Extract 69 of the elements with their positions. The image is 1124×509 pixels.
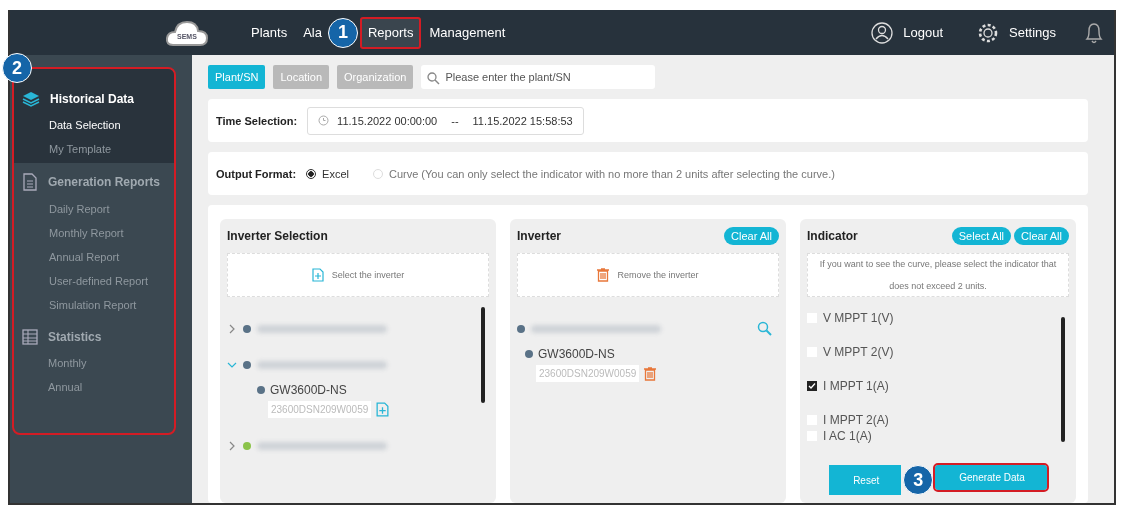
sidebar-item[interactable]: Simulation Report xyxy=(14,293,137,317)
sidebar-item[interactable]: Annual Report xyxy=(14,245,120,269)
callout-marker: 3 xyxy=(903,465,934,495)
add-file-icon xyxy=(311,268,324,282)
inverter-model: GW3600D-NS xyxy=(270,383,347,397)
search-field[interactable]: Please enter the plant/SN xyxy=(421,65,656,89)
layers-icon xyxy=(22,91,40,107)
logout-button[interactable]: Logout xyxy=(865,20,949,45)
format-radio[interactable]: Excel xyxy=(306,167,349,180)
nav-tab[interactable]: Reports xyxy=(359,16,422,49)
indicator-checkbox[interactable]: V MPPT 1(V) xyxy=(807,311,1069,325)
panel-title: Indicator xyxy=(807,229,858,243)
search-icon[interactable] xyxy=(757,321,773,337)
field-label: Output Format: xyxy=(216,167,297,180)
hint-text: If you want to see the curve, please select the indicator that does not exceed 2 units. xyxy=(807,253,1069,297)
select-all-button[interactable]: Select All xyxy=(951,227,1012,245)
reset-button[interactable]: Reset xyxy=(829,465,902,495)
indicator-checkbox[interactable]: V MPPT 2(V) xyxy=(807,345,1069,359)
bell-icon[interactable] xyxy=(1084,20,1104,45)
chevron-down-icon[interactable] xyxy=(227,360,237,370)
table-icon xyxy=(22,329,38,345)
sidebar-item[interactable]: User-defined Report xyxy=(14,269,149,293)
sidebar-item[interactable]: Annual xyxy=(14,375,83,399)
sidebar-item[interactable]: Daily Report xyxy=(14,197,110,221)
callout-marker: 1 xyxy=(327,17,358,48)
nav-tab[interactable]: Management xyxy=(421,16,514,49)
indicator-checkbox[interactable]: I MPPT 2(A) xyxy=(807,413,1069,427)
sidebar-section[interactable]: Statistics xyxy=(14,319,174,351)
add-file-icon[interactable] xyxy=(376,402,390,417)
nav-tab[interactable]: Plants xyxy=(243,16,296,49)
chevron-right-icon[interactable] xyxy=(227,324,237,334)
clear-all-button[interactable]: Clear All xyxy=(1014,227,1069,245)
filter-tab[interactable]: Plant/SN xyxy=(208,65,266,89)
check-icon xyxy=(808,382,816,390)
settings-icon xyxy=(977,21,999,44)
status-dot xyxy=(525,350,533,358)
field-label: Time Selection: xyxy=(216,114,298,127)
search-icon xyxy=(427,72,441,85)
indicator-checkbox[interactable]: I MPPT 1(A) xyxy=(807,379,1069,393)
user-icon xyxy=(871,21,894,44)
trash-icon[interactable] xyxy=(644,366,657,381)
generate-data-button[interactable]: Generate Data xyxy=(935,465,1047,490)
trash-icon xyxy=(597,268,610,282)
status-dot xyxy=(257,386,265,394)
settings-button[interactable]: Settings xyxy=(971,20,1062,45)
clear-all-button[interactable]: Clear All xyxy=(724,227,779,245)
clock-icon xyxy=(318,115,330,126)
sidebar-item[interactable]: Monthly Report xyxy=(14,221,124,245)
document-icon xyxy=(22,173,38,191)
serial-number: 23600DSN209W0059 xyxy=(268,401,372,418)
indicator-checkbox[interactable]: I AC 1(A) xyxy=(807,429,1069,443)
sidebar-section[interactable]: Generation Reports xyxy=(14,163,174,197)
serial-number: 23600DSN209W0059 xyxy=(536,365,640,382)
sidebar-item[interactable]: Monthly xyxy=(14,351,87,375)
drop-area[interactable]: Select the inverter xyxy=(227,253,489,297)
panel-title: Inverter Selection xyxy=(227,229,328,243)
callout-marker: 2 xyxy=(2,53,32,83)
format-radio[interactable]: Curve (You can only select the indicator with no more than 2 units after selecting the curve.) xyxy=(372,167,835,180)
sidebar-item[interactable]: Data Selection xyxy=(14,113,121,137)
nav-tab[interactable]: Ala xyxy=(295,16,330,49)
panel-title: Inverter xyxy=(517,229,562,243)
date-range-field[interactable]: 11.15.2022 00:00:00 -- 11.15.2022 15:58:53 xyxy=(307,106,584,135)
sidebar-item[interactable]: My Template xyxy=(14,137,112,161)
scrollbar[interactable] xyxy=(1061,317,1065,442)
scrollbar[interactable] xyxy=(481,307,485,403)
sidebar-section[interactable]: Historical Data xyxy=(14,81,174,113)
chevron-right-icon[interactable] xyxy=(227,441,237,451)
inverter-model: GW3600D-NS xyxy=(538,347,615,361)
drop-area[interactable]: Remove the inverter xyxy=(517,253,779,297)
